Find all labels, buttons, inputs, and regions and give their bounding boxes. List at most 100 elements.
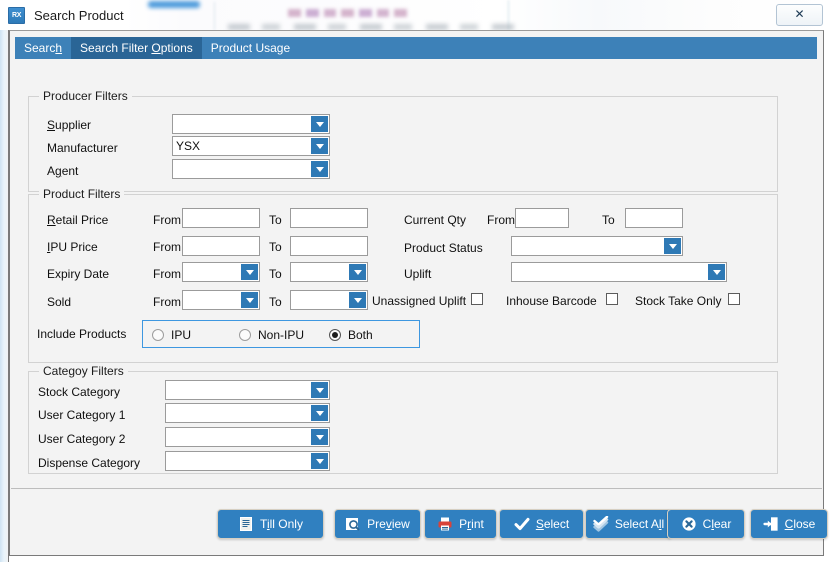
sold-from-label: From — [153, 295, 181, 309]
tab-product-usage[interactable]: Product Usage — [202, 37, 299, 59]
unassigned-uplift-label: Unassigned Uplift — [372, 294, 467, 308]
product-filters-title: Product Filters — [39, 187, 125, 201]
inhouse-barcode-checkbox[interactable] — [606, 293, 618, 305]
chevron-down-icon[interactable] — [311, 405, 328, 421]
clear-button[interactable]: Clear — [667, 509, 745, 539]
clear-label: Clear — [702, 517, 732, 531]
ipu-price-label: IPU Price — [47, 240, 98, 254]
manufacturer-combo[interactable]: YSX — [172, 136, 330, 156]
current-qty-to-input[interactable] — [625, 208, 683, 228]
expiry-date-to-combo[interactable] — [290, 262, 368, 282]
window-left-edge — [0, 30, 9, 562]
ipu-price-to-label: To — [269, 240, 282, 254]
include-products-radio-both[interactable] — [329, 329, 341, 341]
current-qty-to-label: To — [602, 213, 615, 227]
sold-to-combo[interactable] — [290, 290, 368, 310]
till-only-button[interactable]: Till Only — [217, 509, 324, 539]
select-all-button[interactable]: Select All — [585, 509, 672, 539]
printer-icon — [438, 517, 452, 531]
uplift-label: Uplift — [404, 267, 432, 281]
select-label: Select — [535, 517, 570, 531]
chevron-down-icon[interactable] — [349, 292, 366, 308]
stock-category-label: Stock Category — [38, 385, 121, 399]
stock-take-only-label: Stock Take Only — [635, 294, 722, 308]
manufacturer-value: YSX — [176, 139, 201, 153]
producer-filters-title: Producer Filters — [39, 89, 132, 103]
user-category-2-combo[interactable] — [165, 427, 330, 447]
window-title: Search Product — [34, 7, 124, 23]
close-button[interactable]: Close — [750, 509, 828, 539]
close-icon: ✕ — [794, 7, 805, 21]
stock-take-only-checkbox[interactable] — [728, 293, 740, 305]
expiry-date-label: Expiry Date — [47, 267, 110, 281]
preview-button[interactable]: Preview — [334, 509, 421, 539]
check-icon — [514, 517, 530, 531]
retail-price-from-label: From — [153, 213, 181, 227]
chevron-down-icon[interactable] — [349, 264, 366, 280]
dispense-category-combo[interactable] — [165, 451, 330, 471]
chevron-down-icon[interactable] — [311, 116, 328, 132]
dialog-client-area: Search Search Filter Options Product Usa… — [9, 30, 828, 556]
chevron-down-icon[interactable] — [311, 161, 328, 177]
retail-price-from-input[interactable] — [182, 208, 260, 228]
ipu-price-from-input[interactable] — [182, 236, 260, 256]
document-icon — [240, 517, 253, 531]
include-products-radio-non-ipu[interactable] — [239, 329, 251, 341]
sold-from-combo[interactable] — [182, 290, 260, 310]
chevron-down-icon[interactable] — [708, 264, 725, 280]
chevron-down-icon[interactable] — [241, 292, 258, 308]
product-status-label: Product Status — [404, 241, 483, 255]
uplift-combo[interactable] — [511, 262, 727, 282]
current-qty-from-label: From — [487, 213, 515, 227]
title-bar: RX Search Product ✕ — [0, 0, 830, 30]
select-all-label: Select All — [614, 517, 665, 531]
chevron-down-icon[interactable] — [311, 429, 328, 445]
tab-search-label: Searc — [24, 41, 56, 55]
tab-bar: Search Search Filter Options Product Usa… — [15, 37, 817, 59]
producer-filters-group: Producer Filters — [28, 89, 778, 192]
expiry-date-from-combo[interactable] — [182, 262, 260, 282]
print-label: Print — [459, 517, 484, 531]
stack-check-icon — [593, 516, 609, 532]
search-product-window: RX Search Product ✕ Search Search Filter… — [0, 0, 830, 562]
expiry-date-to-label: To — [269, 267, 282, 281]
category-filters-title: Categoy Filters — [39, 364, 128, 378]
till-only-label: Till Only — [260, 517, 303, 531]
include-products-both-label: Both — [348, 328, 373, 342]
user-category-1-label: User Category 1 — [38, 408, 126, 422]
current-qty-from-input[interactable] — [515, 208, 569, 228]
current-qty-label: Current Qty — [404, 213, 467, 227]
sold-to-label: To — [269, 295, 282, 309]
agent-combo[interactable] — [172, 159, 330, 179]
inhouse-barcode-label: Inhouse Barcode — [506, 294, 597, 308]
manufacturer-label: Manufacturer — [47, 141, 118, 155]
chevron-down-icon[interactable] — [311, 138, 328, 154]
close-window-button[interactable]: ✕ — [776, 4, 823, 26]
supplier-label: Supplier — [47, 118, 92, 132]
chevron-down-icon[interactable] — [311, 382, 328, 398]
chevron-down-icon[interactable] — [311, 453, 328, 469]
ipu-price-to-input[interactable] — [290, 236, 368, 256]
chevron-down-icon[interactable] — [664, 238, 681, 254]
tab-search[interactable]: Search — [15, 37, 71, 59]
category-filters-group: Categoy Filters — [28, 364, 778, 474]
supplier-combo[interactable] — [172, 114, 330, 134]
tab-search-filter-options[interactable]: Search Filter Options — [71, 37, 202, 59]
expiry-date-from-label: From — [153, 267, 181, 281]
print-button[interactable]: Print — [424, 509, 497, 539]
product-status-combo[interactable] — [511, 236, 683, 256]
include-products-label: Include Products — [37, 327, 127, 341]
chevron-down-icon[interactable] — [241, 264, 258, 280]
magnifier-icon — [346, 518, 360, 531]
retail-price-to-input[interactable] — [290, 208, 368, 228]
tab-sfo-label-post: ptions — [160, 41, 193, 55]
include-products-radio-ipu[interactable] — [152, 329, 164, 341]
tab-sfo-label: Search Filter — [80, 41, 152, 55]
select-button[interactable]: Select — [499, 509, 584, 539]
rx-icon: RX — [8, 6, 25, 24]
stock-category-combo[interactable] — [165, 380, 330, 400]
include-products-ipu-label: IPU — [171, 328, 192, 342]
user-category-1-combo[interactable] — [165, 403, 330, 423]
dispense-category-label: Dispense Category — [38, 456, 141, 470]
unassigned-uplift-checkbox[interactable] — [471, 293, 483, 305]
